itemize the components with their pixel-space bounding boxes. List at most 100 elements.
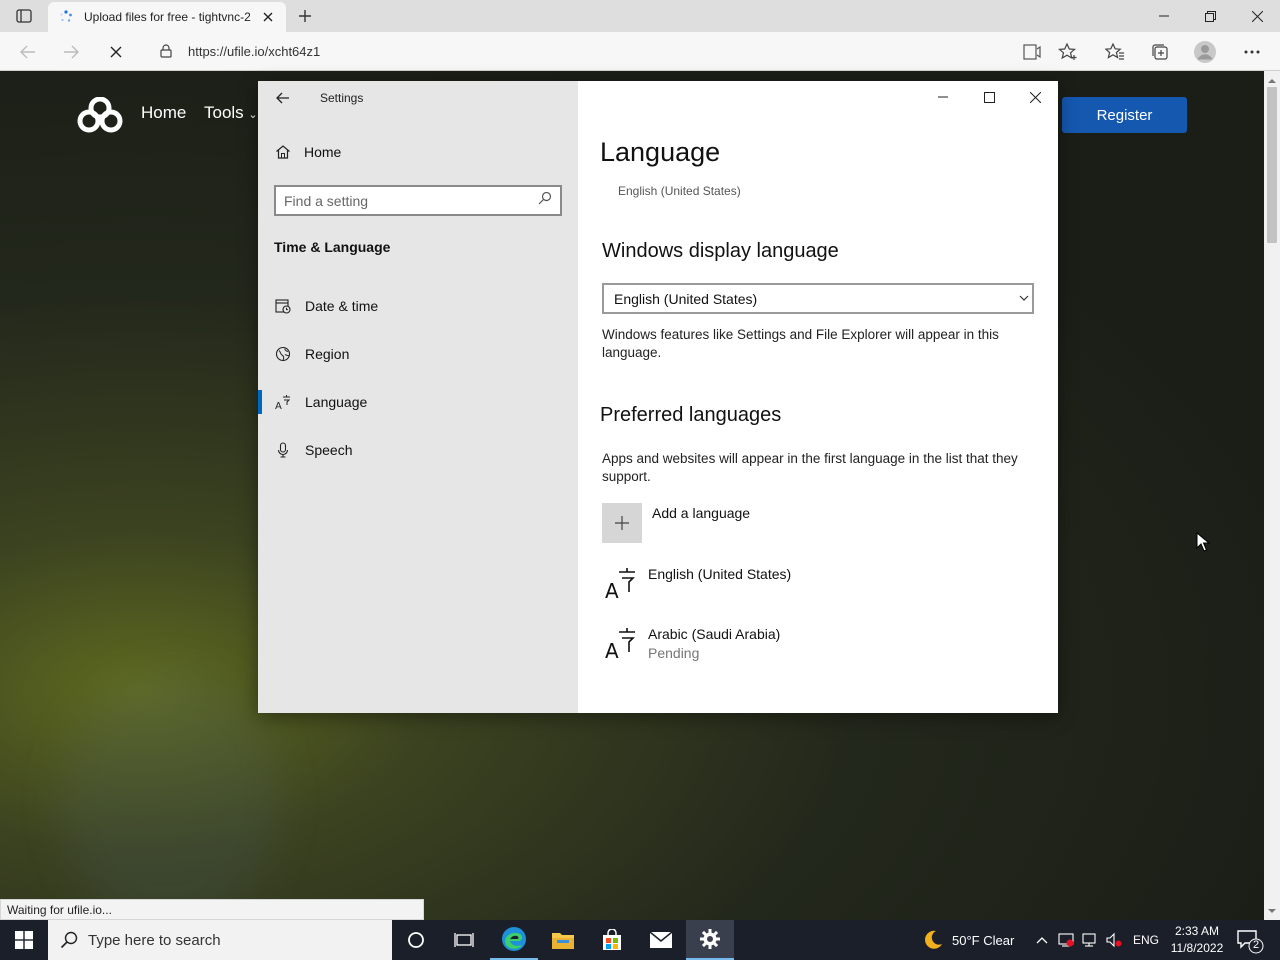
- plus-icon: [602, 503, 642, 543]
- microphone-icon: [274, 441, 292, 459]
- edge-browser-icon[interactable]: [490, 920, 538, 960]
- mouse-cursor-icon: [1196, 532, 1210, 552]
- favorites-icon[interactable]: [1102, 39, 1128, 65]
- settings-content-pane: Language English (United States) Windows…: [578, 81, 1058, 713]
- language-icon: A: [274, 393, 292, 411]
- security-alert-icon[interactable]: [1058, 932, 1074, 948]
- clock-date: 11/8/2022: [1170, 941, 1224, 955]
- nav-item-label: Speech: [305, 442, 353, 458]
- svg-text:A: A: [275, 401, 282, 410]
- scroll-down-icon[interactable]: [1268, 907, 1276, 915]
- taskbar-clock[interactable]: 2:33 AM 11/8/2022: [1166, 923, 1228, 957]
- weather-moon-icon[interactable]: [922, 929, 944, 951]
- taskbar-search-box[interactable]: Type here to search: [48, 920, 392, 960]
- settings-home-label: Home: [304, 144, 342, 160]
- file-explorer-icon[interactable]: [539, 920, 587, 960]
- tab-actions-icon[interactable]: [8, 5, 40, 27]
- find-setting-input[interactable]: Find a setting: [274, 185, 562, 216]
- language-status: Pending: [648, 645, 700, 661]
- notification-count: 2: [1252, 939, 1260, 951]
- browser-tab-bar: Upload files for free - tightvnc-2: [0, 0, 1280, 32]
- tab-close-icon[interactable]: [260, 9, 276, 25]
- language-name: English (United States): [648, 566, 792, 582]
- add-language-label: Add a language: [652, 505, 751, 521]
- language-icon: A: [605, 568, 635, 600]
- register-button[interactable]: Register: [1062, 97, 1187, 133]
- globe-icon: [274, 345, 292, 363]
- read-aloud-icon[interactable]: [1019, 39, 1045, 65]
- nav-item-region[interactable]: Region: [274, 345, 349, 363]
- display-language-description: Windows features like Settings and File …: [602, 327, 999, 360]
- mail-icon[interactable]: [637, 920, 685, 960]
- nav-item-language[interactable]: A Language: [274, 393, 367, 411]
- clock-time: 2:33 AM: [1174, 924, 1220, 938]
- chevron-down-icon: [1019, 295, 1029, 301]
- more-menu-icon[interactable]: [1239, 39, 1265, 65]
- language-name: Arabic (Saudi Arabia): [648, 626, 781, 642]
- taskbar-search-placeholder: Type here to search: [88, 931, 221, 949]
- browser-tab-active[interactable]: Upload files for free - tightvnc-2: [48, 2, 286, 32]
- chevron-down-icon: ⌄: [248, 109, 258, 121]
- scroll-up-icon[interactable]: [1268, 77, 1276, 85]
- new-tab-icon[interactable]: [292, 4, 318, 28]
- browser-toolbar: https://ufile.io/xcht64z1: [0, 32, 1280, 71]
- site-nav-tools[interactable]: Tools ⌄: [204, 103, 258, 123]
- svg-text:A: A: [605, 579, 619, 600]
- scroll-thumb[interactable]: [1267, 87, 1277, 243]
- add-favorite-icon[interactable]: [1055, 39, 1081, 65]
- loading-spinner-icon: [58, 9, 74, 25]
- action-center-icon[interactable]: 2: [1236, 928, 1264, 954]
- site-nav-home[interactable]: Home: [141, 103, 186, 123]
- browser-status-bar: Waiting for ufile.io...: [0, 899, 424, 920]
- display-language-value: English (United States): [614, 290, 758, 307]
- page-title: Language: [600, 137, 721, 167]
- nav-item-label: Language: [305, 394, 368, 410]
- nav-item-speech[interactable]: Speech: [274, 441, 352, 459]
- volume-muted-icon[interactable]: [1106, 932, 1122, 948]
- nav-item-date-time[interactable]: Date & time: [274, 297, 378, 315]
- settings-window: Settings Home Find a setting Time & Lang…: [258, 81, 1058, 713]
- page-scrollbar[interactable]: [1264, 71, 1280, 920]
- browser-minimize-icon[interactable]: [1141, 0, 1187, 32]
- settings-home-link[interactable]: Home: [274, 143, 341, 161]
- preferred-languages-description: Apps and websites will appear in the fir…: [602, 451, 1018, 484]
- network-icon[interactable]: [1082, 932, 1098, 948]
- collections-icon[interactable]: [1147, 39, 1173, 65]
- chevron-up-icon[interactable]: [1034, 932, 1050, 948]
- profile-avatar-icon[interactable]: [1192, 39, 1218, 65]
- svg-text:A: A: [605, 639, 619, 660]
- find-setting-placeholder: Find a setting: [284, 192, 369, 209]
- search-icon[interactable]: [538, 191, 552, 210]
- settings-gear-icon[interactable]: [686, 920, 734, 960]
- lock-icon[interactable]: [156, 41, 176, 61]
- add-language-button[interactable]: Add a language: [602, 503, 750, 543]
- browser-restore-icon[interactable]: [1187, 0, 1233, 32]
- address-url: https://ufile.io/xcht64z1: [188, 43, 321, 59]
- display-language-dropdown[interactable]: English (United States): [602, 283, 1034, 314]
- home-icon: [274, 143, 292, 161]
- windows-taskbar: Type here to search 50°F Clear ENG 2:33 …: [0, 920, 1280, 960]
- calendar-clock-icon: [274, 297, 292, 315]
- input-language[interactable]: ENG: [1133, 933, 1159, 947]
- stop-loading-icon[interactable]: [102, 38, 130, 66]
- language-list-item[interactable]: A Arabic (Saudi Arabia) Pending: [604, 626, 780, 661]
- forward-icon[interactable]: [57, 38, 85, 66]
- task-view-icon[interactable]: [440, 920, 488, 960]
- address-bar[interactable]: https://ufile.io/xcht64z1: [148, 36, 1008, 66]
- settings-back-icon[interactable]: [272, 87, 294, 109]
- back-icon[interactable]: [14, 38, 42, 66]
- settings-window-title: Settings: [320, 91, 364, 105]
- settings-nav-pane: Settings Home Find a setting Time & Lang…: [258, 81, 578, 713]
- tab-title: Upload files for free - tightvnc-2: [84, 10, 251, 24]
- cortana-icon[interactable]: [392, 920, 440, 960]
- weather-text[interactable]: 50°F Clear: [952, 933, 1014, 948]
- display-language-heading: Windows display language: [602, 240, 839, 262]
- nav-item-label: Date & time: [305, 298, 379, 314]
- settings-section-title: Time & Language: [274, 239, 391, 255]
- windows-start-icon[interactable]: [0, 920, 48, 960]
- microsoft-store-icon[interactable]: [588, 920, 636, 960]
- preferred-languages-heading: Preferred languages: [600, 404, 782, 426]
- browser-close-icon[interactable]: [1234, 0, 1280, 32]
- language-list-item[interactable]: A English (United States): [604, 566, 791, 600]
- ufile-logo-icon[interactable]: [76, 96, 124, 133]
